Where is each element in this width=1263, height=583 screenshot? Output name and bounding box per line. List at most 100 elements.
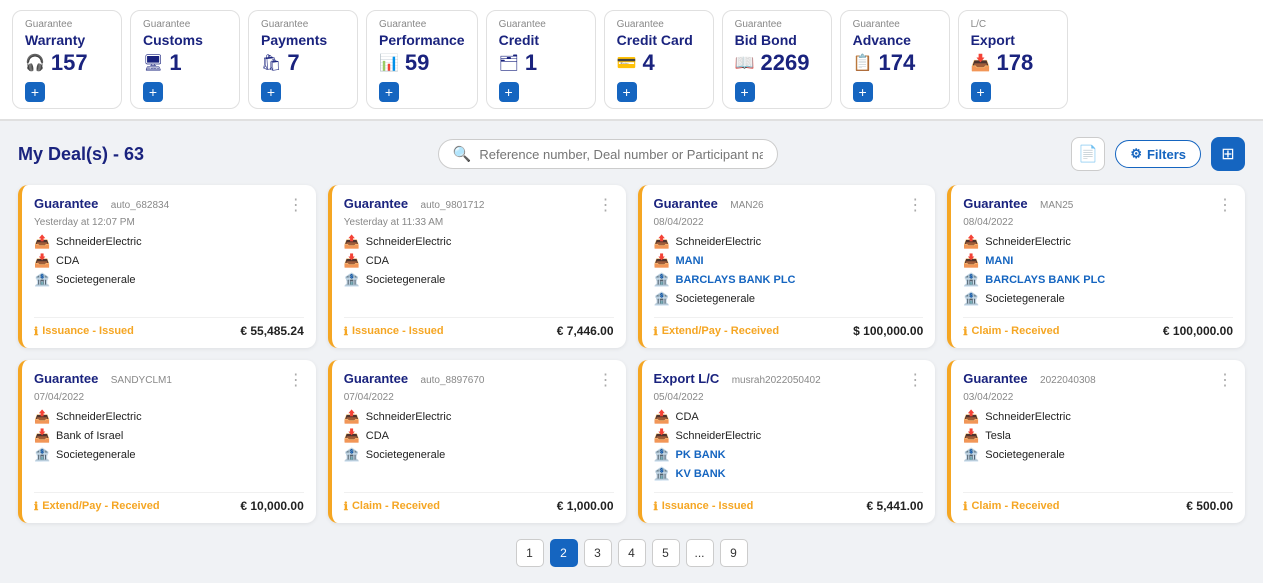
deal-more-button[interactable]: ⋮ — [1217, 370, 1233, 390]
cat-add-button[interactable]: + — [971, 82, 991, 102]
cat-add-button[interactable]: + — [735, 82, 755, 102]
deal-status: ℹ Issuance - Issued — [344, 325, 444, 338]
participant-name: SchneiderElectric — [56, 236, 142, 248]
export-button[interactable]: 📄 — [1071, 137, 1105, 171]
category-card-warranty: Guarantee Warranty 🎧 157 + — [12, 10, 122, 109]
deal-status: ℹ Extend/Pay - Received — [654, 325, 780, 338]
deal-card: Guarantee auto_682834 ⋮ Yesterday at 12:… — [18, 185, 316, 348]
cat-name: Bid Bond — [735, 32, 797, 48]
applicant-icon: 📤 — [344, 409, 360, 425]
deal-amount: € 10,000.00 — [240, 499, 303, 513]
cat-icon: 💳 — [617, 53, 637, 73]
cat-add-button[interactable]: + — [379, 82, 399, 102]
cat-add-button[interactable]: + — [261, 82, 281, 102]
deal-participants: 📤 SchneiderElectric 📥 CDA 🏦 Societegener… — [344, 234, 614, 307]
category-card-credit: Guarantee Credit 🗂 1 + — [486, 10, 596, 109]
deal-date: Yesterday at 11:33 AM — [344, 217, 614, 228]
deal-ref: auto_682834 — [111, 200, 169, 211]
bank2-icon: 🏦 — [654, 291, 670, 307]
deal-date: 05/04/2022 — [654, 392, 924, 403]
deal-participants: 📤 SchneiderElectric 📥 Tesla 🏦 Societegen… — [963, 409, 1233, 482]
applicant-icon: 📤 — [963, 409, 979, 425]
participant-name: CDA — [366, 255, 389, 267]
cat-icon: 🎧 — [25, 53, 45, 73]
deal-more-button[interactable]: ⋮ — [907, 370, 923, 390]
participant-name: PK BANK — [676, 449, 726, 461]
status-icon: ℹ — [34, 500, 38, 513]
cat-name: Payments — [261, 32, 327, 48]
deal-ref: auto_8897670 — [421, 375, 485, 386]
category-card-advance: Guarantee Advance 📋 174 + — [840, 10, 950, 109]
applicant-icon: 📤 — [344, 234, 360, 250]
deal-date: 08/04/2022 — [654, 217, 924, 228]
cat-count: 2269 — [761, 50, 810, 76]
deal-participant: 📥 CDA — [34, 253, 304, 269]
deal-date: 07/04/2022 — [344, 392, 614, 403]
cat-icon: 📥 — [971, 53, 991, 73]
cat-name: Credit — [499, 32, 539, 48]
filters-button[interactable]: ⚙ Filters — [1115, 140, 1201, 168]
bank2-icon: 🏦 — [654, 466, 670, 482]
bank1-icon: 🏦 — [654, 447, 670, 463]
cat-count: 174 — [879, 50, 916, 76]
cat-name: Export — [971, 32, 1015, 48]
cat-label: Guarantee — [735, 19, 782, 30]
deal-status: ℹ Extend/Pay - Received — [34, 500, 160, 513]
deal-date: 07/04/2022 — [34, 392, 304, 403]
page-button[interactable]: 2 — [550, 539, 578, 567]
page-button[interactable]: 3 — [584, 539, 612, 567]
beneficiary-icon: 📥 — [963, 253, 979, 269]
deal-more-button[interactable]: ⋮ — [288, 195, 304, 215]
cat-add-button[interactable]: + — [617, 82, 637, 102]
bank-icon: 🏦 — [344, 447, 360, 463]
cat-name: Performance — [379, 32, 465, 48]
deal-type: Guarantee — [34, 196, 98, 211]
cat-label: Guarantee — [617, 19, 664, 30]
participant-name: SchneiderElectric — [366, 411, 452, 423]
deal-amount: € 5,441.00 — [867, 499, 924, 513]
deal-card: Guarantee 2022040308 ⋮ 03/04/2022 📤 Schn… — [947, 360, 1245, 523]
deal-participants: 📤 SchneiderElectric 📥 MANI 🏦 BARCLAYS BA… — [654, 234, 924, 307]
category-card-performance: Guarantee Performance 📊 59 + — [366, 10, 478, 109]
page-button[interactable]: ... — [686, 539, 714, 567]
deal-participant: 🏦 Societegenerale — [963, 447, 1233, 463]
participant-name: SchneiderElectric — [985, 236, 1071, 248]
cat-add-button[interactable]: + — [143, 82, 163, 102]
deal-type: Guarantee — [963, 196, 1027, 211]
status-icon: ℹ — [34, 325, 38, 338]
deal-card: Guarantee auto_9801712 ⋮ Yesterday at 11… — [328, 185, 626, 348]
deal-more-button[interactable]: ⋮ — [907, 195, 923, 215]
deal-more-button[interactable]: ⋮ — [1217, 195, 1233, 215]
deal-more-button[interactable]: ⋮ — [598, 370, 614, 390]
deal-ref: SANDYCLM1 — [111, 375, 172, 386]
status-icon: ℹ — [963, 500, 967, 513]
deal-status: ℹ Issuance - Issued — [654, 500, 754, 513]
participant-name: MANI — [676, 255, 704, 267]
deal-participant: 🏦 Societegenerale — [34, 272, 304, 288]
page-button[interactable]: 1 — [516, 539, 544, 567]
deal-participant: 📥 MANI — [654, 253, 924, 269]
cat-add-button[interactable]: + — [853, 82, 873, 102]
participant-name: Societegenerale — [985, 293, 1065, 305]
cat-count: 59 — [405, 50, 429, 76]
page-button[interactable]: 4 — [618, 539, 646, 567]
category-card-export: L/C Export 📥 178 + — [958, 10, 1068, 109]
cat-label: Guarantee — [379, 19, 426, 30]
bank-icon: 🏦 — [34, 272, 50, 288]
status-icon: ℹ — [654, 325, 658, 338]
search-input[interactable] — [479, 147, 762, 162]
deal-more-button[interactable]: ⋮ — [598, 195, 614, 215]
deal-status: ℹ Claim - Received — [963, 500, 1059, 513]
deal-more-button[interactable]: ⋮ — [288, 370, 304, 390]
page-button[interactable]: 5 — [652, 539, 680, 567]
cat-count: 4 — [643, 50, 655, 76]
cat-add-button[interactable]: + — [499, 82, 519, 102]
cat-add-button[interactable]: + — [25, 82, 45, 102]
deal-amount: € 7,446.00 — [557, 324, 614, 338]
deal-ref: musrah2022050402 — [732, 375, 821, 386]
participant-name: CDA — [366, 430, 389, 442]
grid-toggle-button[interactable]: ⊞ — [1211, 137, 1245, 171]
page-button[interactable]: 9 — [720, 539, 748, 567]
participant-name: Societegenerale — [56, 449, 136, 461]
beneficiary-icon: 📥 — [34, 253, 50, 269]
